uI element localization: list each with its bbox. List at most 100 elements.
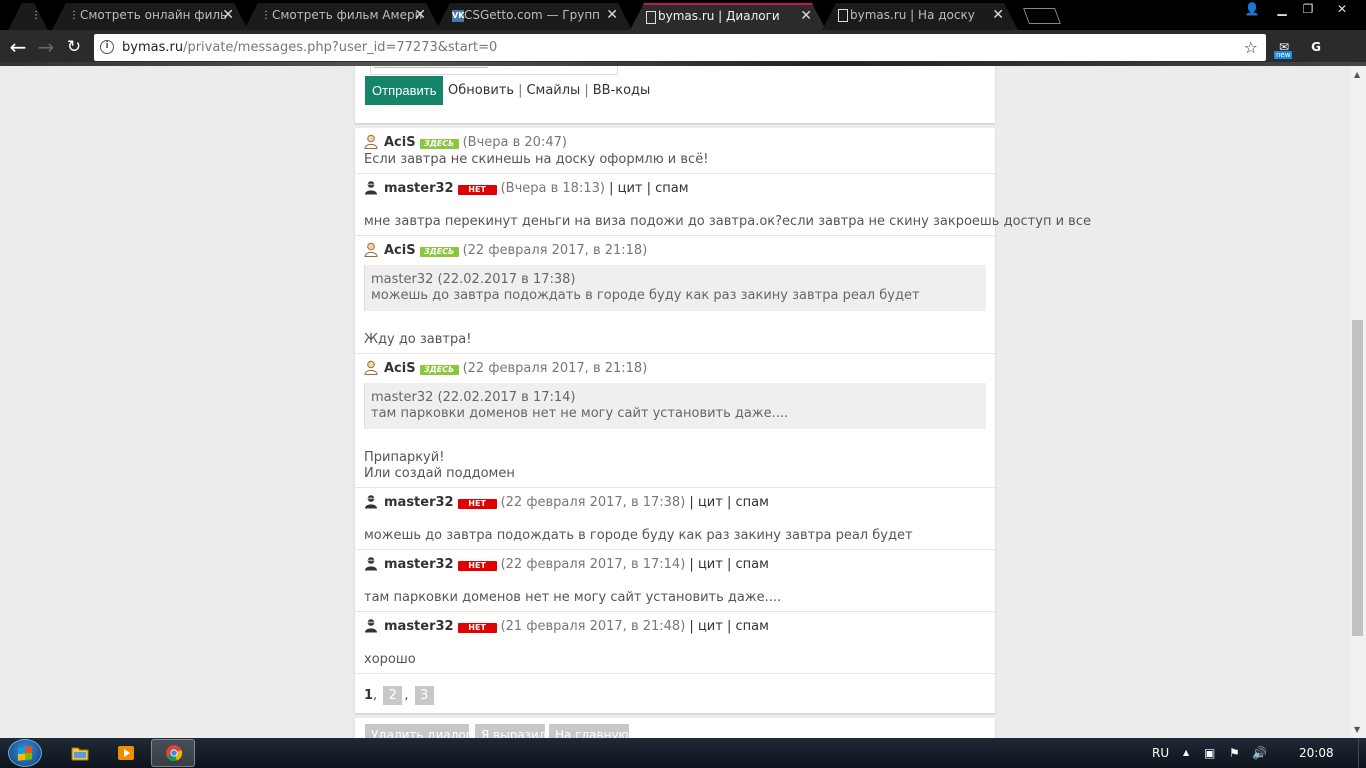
tab-pinned[interactable]: ⋮ <box>8 3 48 30</box>
message-item: master32 НЕТ (22 февраля 2017, в 17:14) | … <box>355 550 995 612</box>
message-item: master32 НЕТ (22 февраля 2017, в 17:38) | … <box>355 488 995 550</box>
folder-icon <box>71 747 89 761</box>
message-author[interactable]: AciS <box>384 361 416 376</box>
spam-link[interactable]: спам <box>655 181 688 196</box>
page-link[interactable]: 3 <box>414 686 434 705</box>
page-scrollbar[interactable]: ▲ ▼ <box>1350 66 1366 738</box>
quote-block: master32 (22.02.2017 в 17:14) там парков… <box>364 383 986 429</box>
message-time: (21 февраля 2017, в 21:48) <box>500 619 686 634</box>
message-author[interactable]: master32 <box>384 181 454 196</box>
quote-link[interactable]: цит <box>698 619 723 634</box>
scroll-thumb[interactable] <box>1352 320 1363 636</box>
message-body: можешь до завтра подождать в городе буду… <box>364 528 913 543</box>
quote-author: master32 (22.02.2017 в 17:38) <box>371 272 576 287</box>
media-player-icon <box>118 746 134 760</box>
extension-icon[interactable]: ✉ new <box>1274 37 1294 59</box>
quote-link[interactable]: цит <box>698 557 723 572</box>
user-offline-icon <box>365 619 377 633</box>
scroll-down-icon[interactable]: ▼ <box>1354 725 1360 734</box>
message-author[interactable]: master32 <box>384 557 454 572</box>
tab-4[interactable]: bymas.ru | На доску ✕ <box>822 3 1018 30</box>
message-time: (Вчера в 18:13) <box>500 181 605 196</box>
close-icon[interactable]: ✕ <box>606 3 618 28</box>
back-icon[interactable]: ← <box>6 36 30 60</box>
taskbar: RU ▲ ▣ ⚑ 🔊 20:08 <box>0 738 1366 768</box>
refresh-link[interactable]: Обновить <box>448 83 514 98</box>
status-badge: НЕТ <box>457 561 497 571</box>
clock[interactable]: 20:08 <box>1299 738 1334 768</box>
smiles-link[interactable]: Смайлы <box>526 83 580 98</box>
minimize-icon[interactable]: ▁ <box>1268 0 1296 20</box>
status-badge: ЗДЕСЬ <box>419 247 459 257</box>
quote-block: master32 (22.02.2017 в 17:38) можешь до … <box>364 265 986 311</box>
messages-list: AciS ЗДЕСЬ (Вчера в 20:47) Если завтра не … <box>355 128 1091 713</box>
close-icon[interactable]: ✕ <box>992 3 1004 28</box>
message-item: AciS ЗДЕСЬ (22 февраля 2017, в 21:18) mast… <box>355 354 995 488</box>
spam-link[interactable]: спам <box>735 619 768 634</box>
tab-1[interactable]: ⋮ Смотреть фильм Амери ✕ <box>244 3 440 30</box>
explorer-taskbar-button[interactable] <box>58 739 102 767</box>
status-badge: ЗДЕСЬ <box>419 365 459 375</box>
expressed-button[interactable]: Я выразил <box>475 724 545 738</box>
new-badge: new <box>1274 51 1293 59</box>
close-icon[interactable]: ✕ <box>414 3 426 28</box>
browser-toolbar: ← → ↻ i bymas.ru/private/messages.php?us… <box>0 30 1366 90</box>
message-author[interactable]: AciS <box>384 135 416 150</box>
message-author[interactable]: master32 <box>384 619 454 634</box>
user-offline-icon <box>365 181 377 195</box>
status-badge: НЕТ <box>457 499 497 509</box>
form-links: Обновить | Смайлы | BB-коды <box>448 83 651 98</box>
restore-icon[interactable]: ❐ <box>1294 0 1322 20</box>
message-time: (22 февраля 2017, в 21:18) <box>462 361 648 376</box>
close-icon[interactable]: ✕ <box>800 5 812 28</box>
chrome-taskbar-button[interactable] <box>151 739 195 767</box>
user-icon[interactable]: 👤 <box>1238 0 1266 20</box>
message-author[interactable]: master32 <box>384 495 454 510</box>
flag-icon[interactable]: ⚑ <box>1229 738 1240 768</box>
volume-icon[interactable]: 🔊 <box>1252 738 1267 768</box>
message-textarea[interactable] <box>370 66 618 75</box>
tab-strip: ⋮ ⋮ Смотреть онлайн филь ✕ ⋮ Смотреть фи… <box>0 0 1366 30</box>
message-body: там парковки доменов нет не могу сайт ус… <box>364 590 782 605</box>
message-time: (22 февраля 2017, в 17:14) <box>500 557 686 572</box>
forward-icon[interactable]: → <box>34 36 58 60</box>
tab-0[interactable]: ⋮ Смотреть онлайн филь ✕ <box>52 3 248 30</box>
quote-link[interactable]: цит <box>698 495 723 510</box>
message-body: Или создай поддомен <box>364 466 515 481</box>
g-extension-icon[interactable]: G <box>1306 37 1326 57</box>
scroll-up-icon[interactable]: ▲ <box>1354 70 1360 79</box>
network-error-icon[interactable]: ▣ <box>1204 738 1215 768</box>
message-author[interactable]: AciS <box>384 243 416 258</box>
tab-title: Смотреть фильм Амери <box>272 8 423 22</box>
close-icon[interactable]: ✕ <box>222 3 234 28</box>
start-button[interactable] <box>8 739 42 767</box>
tab-2[interactable]: VK CSGetto.com — Групп ✕ <box>436 3 632 30</box>
tab-3[interactable]: bymas.ru | Диалоги ✕ <box>630 3 826 30</box>
user-online-icon <box>364 360 378 375</box>
quote-link[interactable]: цит <box>618 181 643 196</box>
film-icon: ⋮ <box>69 10 79 21</box>
user-offline-icon <box>365 495 377 509</box>
media-player-taskbar-button[interactable] <box>104 739 148 767</box>
address-bar[interactable]: i bymas.ru/private/messages.php?user_id=… <box>94 34 1266 61</box>
status-badge: ЗДЕСЬ <box>419 139 459 149</box>
delete-dialog-button[interactable]: Удалить диалог <box>365 724 469 738</box>
reload-icon[interactable]: ↻ <box>62 36 86 60</box>
film-icon: ⋮ <box>261 10 271 21</box>
send-button[interactable]: Отправить <box>365 76 444 105</box>
bookmark-star-icon[interactable]: ☆ <box>1244 34 1258 61</box>
window-close-icon[interactable]: ✕ <box>1322 0 1362 20</box>
bbcodes-link[interactable]: BB-коды <box>593 83 651 98</box>
message-body: мне завтра перекинут деньги на виза подо… <box>364 214 1091 229</box>
language-indicator[interactable]: RU <box>1152 738 1169 768</box>
home-button[interactable]: На главную <box>549 724 629 738</box>
spam-link[interactable]: спам <box>735 495 768 510</box>
page-link[interactable]: 2 <box>383 686 403 705</box>
show-desktop-button[interactable] <box>1358 738 1366 768</box>
url-text[interactable]: bymas.ru/private/messages.php?user_id=77… <box>122 34 497 61</box>
quote-text: там парковки доменов нет не могу сайт ус… <box>371 406 789 421</box>
new-tab-button[interactable] <box>1023 8 1061 24</box>
tray-expand-icon[interactable]: ▲ <box>1183 738 1189 768</box>
info-icon[interactable]: i <box>100 40 114 54</box>
spam-link[interactable]: спам <box>735 557 768 572</box>
